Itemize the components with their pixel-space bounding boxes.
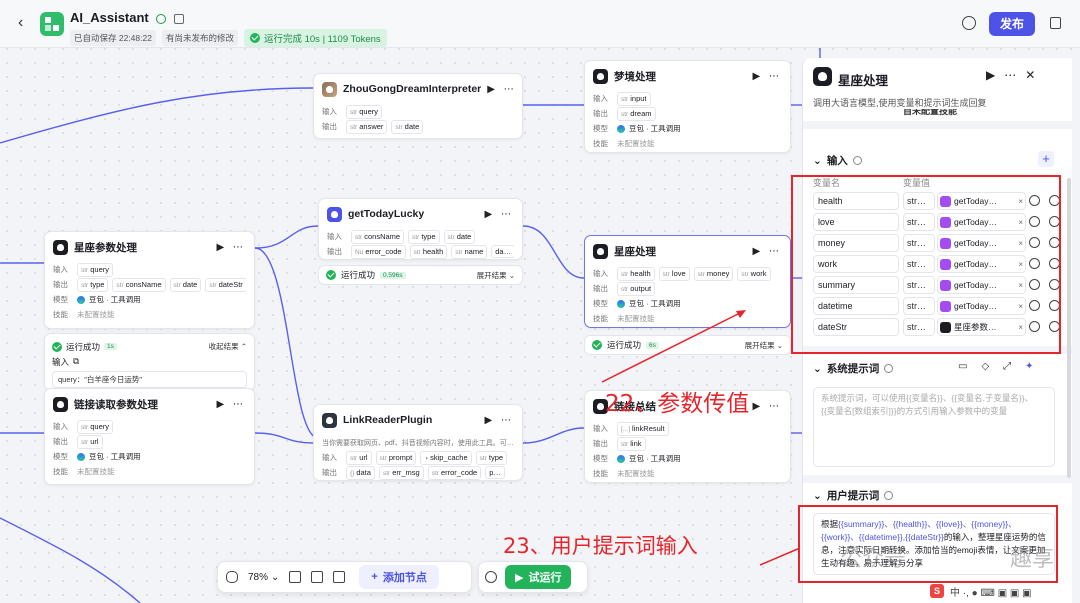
annotation-step23: 23、用户提示词输入 — [503, 534, 698, 558]
annotation-step22: 22、参数传值 — [605, 391, 750, 417]
app-logo-icon — [40, 12, 64, 36]
history-icon[interactable] — [962, 16, 976, 30]
app-meta: 已自动保存 22:48:22 有尚未发布的修改 运行完成 10s | 1109 … — [70, 29, 387, 47]
publish-button[interactable]: 发布 — [989, 12, 1035, 36]
annotation-arrows — [601, 310, 801, 566]
ime-icon[interactable]: S — [930, 584, 944, 598]
top-bar: ‹ AI_Assistant 已自动保存 22:48:22 有尚未发布的修改 运… — [0, 0, 1080, 48]
system-tray: S 中 ·, ● ⌨ ▣ ▣ ▣ — [930, 584, 1032, 599]
run-status-badge: 运行完成 10s | 1109 Tokens — [243, 29, 387, 47]
verified-icon — [156, 13, 167, 24]
back-arrow-icon[interactable]: ‹ — [18, 14, 30, 34]
copy-icon[interactable] — [1050, 17, 1061, 29]
app-name-row: AI_Assistant — [70, 10, 184, 25]
check-icon — [249, 33, 260, 43]
edit-icon[interactable] — [174, 13, 184, 24]
unpublished-status: 有尚未发布的修改 — [161, 30, 238, 46]
tray-icons[interactable]: 中 ·, ● ⌨ ▣ ▣ ▣ — [950, 584, 1032, 599]
watermark-right: 趣享 — [1010, 546, 1055, 571]
autosave-status: 已自动保存 22:48:22 — [70, 30, 156, 46]
watermark-left: 公众号 — [840, 546, 907, 571]
run-status-text: 运行完成 10s | 1109 Tokens — [263, 34, 381, 45]
app-name: AI_Assistant — [70, 10, 149, 25]
